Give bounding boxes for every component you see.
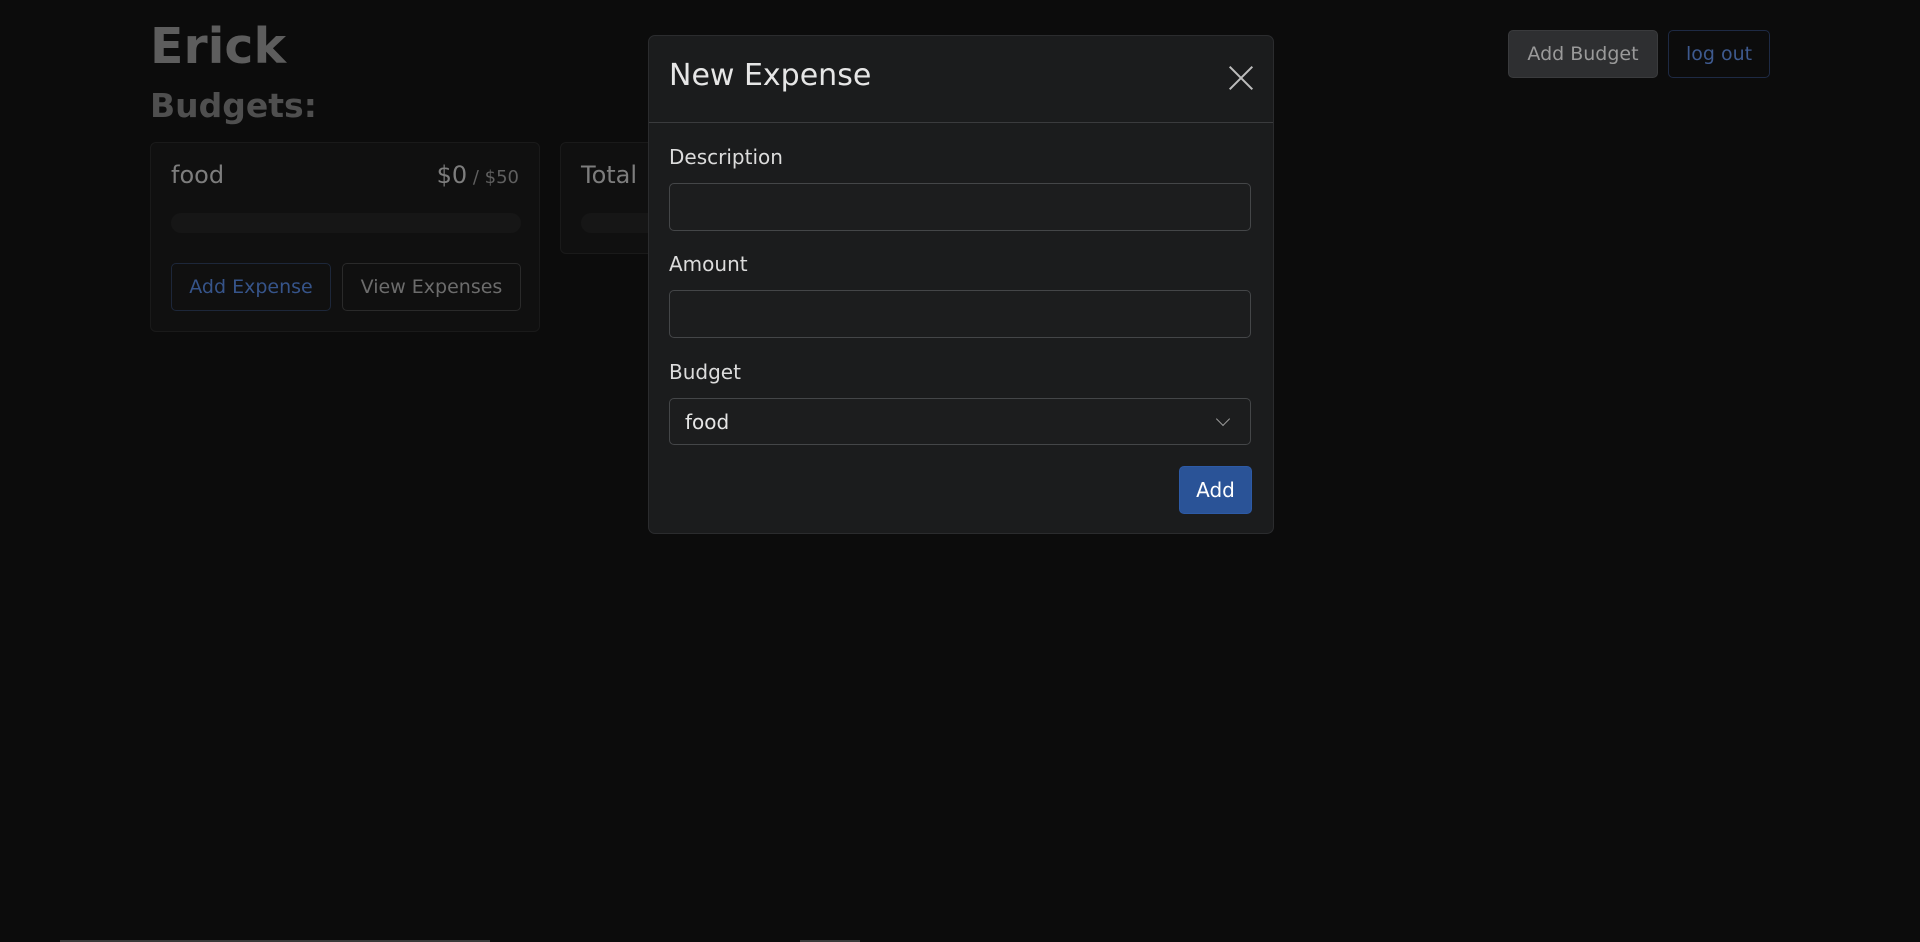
budget-select-value: food — [685, 409, 730, 434]
close-icon[interactable] — [1227, 64, 1255, 92]
amount-input[interactable] — [669, 290, 1251, 338]
description-label: Description — [669, 145, 783, 169]
description-input[interactable] — [669, 183, 1251, 231]
amount-label: Amount — [669, 252, 748, 276]
page: Erick Budgets: Add Budget log out food $… — [0, 0, 1920, 942]
add-expense-submit-button[interactable]: Add — [1179, 466, 1252, 514]
budget-label: Budget — [669, 360, 741, 384]
new-expense-modal: New Expense Description Amount Budget fo… — [648, 35, 1274, 534]
chevron-down-icon — [1215, 411, 1231, 427]
modal-header: New Expense — [649, 36, 1273, 123]
budget-select[interactable]: food — [669, 398, 1251, 445]
modal-title: New Expense — [669, 58, 872, 93]
